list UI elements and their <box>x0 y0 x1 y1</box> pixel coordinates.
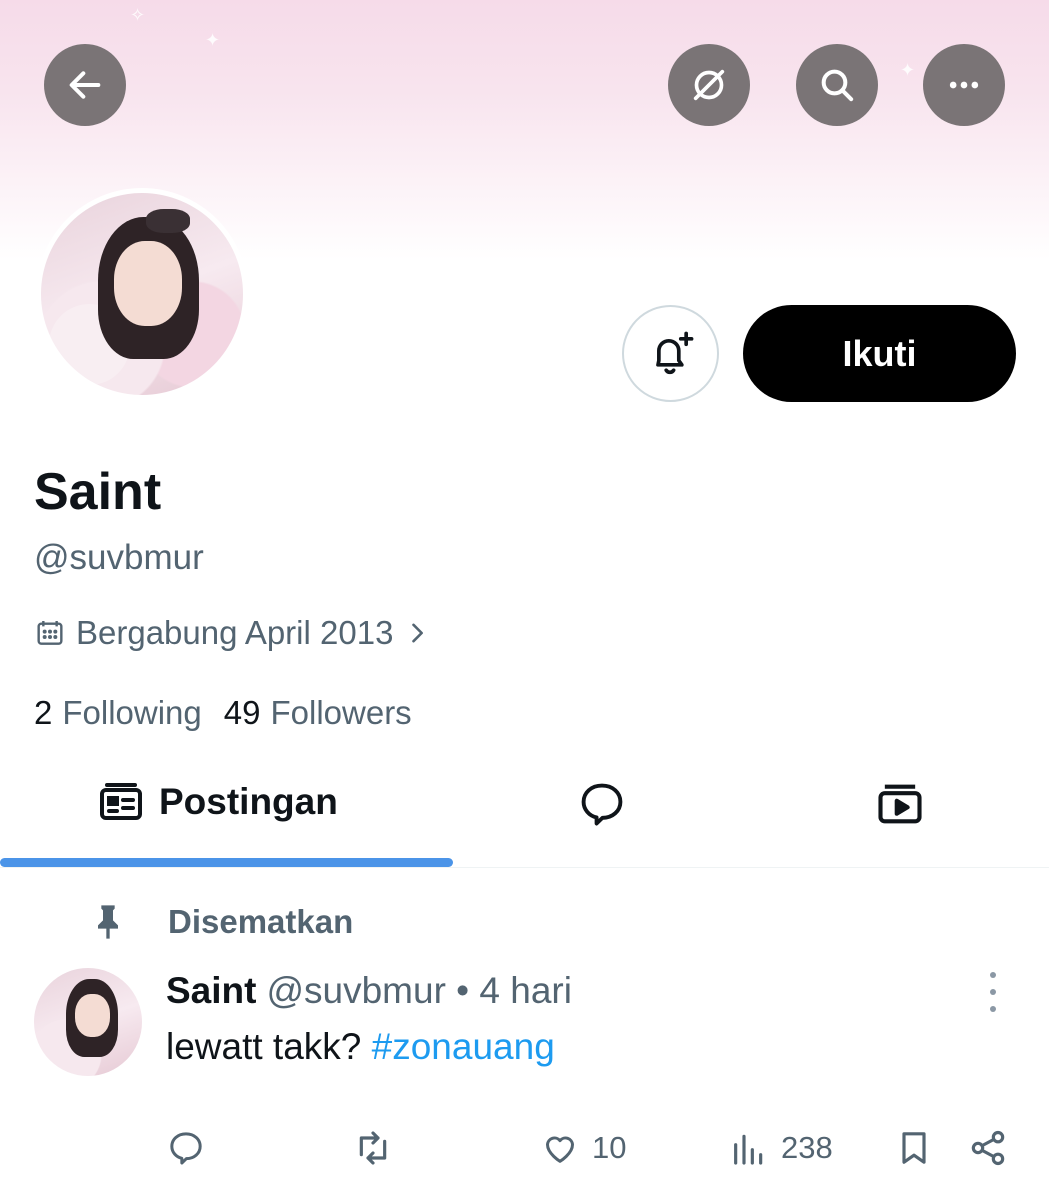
post-header: Saint @suvbmur • 4 hari <box>166 970 572 1012</box>
view-count: 238 <box>781 1130 833 1165</box>
followers-count: 49 <box>223 694 261 731</box>
views-chart-icon <box>734 1134 763 1165</box>
grok-icon <box>693 69 725 101</box>
tab-posts-label: Postingan <box>159 781 338 822</box>
bookmark-icon <box>902 1132 926 1164</box>
back-button[interactable] <box>44 44 126 126</box>
tab-media[interactable] <box>874 778 926 830</box>
heart-icon <box>546 1136 574 1163</box>
reply-button[interactable] <box>166 1128 206 1168</box>
post-body: lewatt takk? <box>166 1026 362 1067</box>
following-label: Following <box>62 694 202 731</box>
sparkle-decoration: ✦ <box>900 60 916 80</box>
repost-icon <box>359 1131 387 1165</box>
post-hashtag[interactable]: #zonauang <box>372 1026 555 1067</box>
more-options-button[interactable] <box>923 44 1005 126</box>
grok-button[interactable] <box>668 44 750 126</box>
following-count: 2 <box>34 694 53 731</box>
avatar-decoration <box>75 993 110 1038</box>
pin-icon <box>98 905 118 939</box>
post-avatar[interactable] <box>34 968 142 1076</box>
media-icon <box>878 784 922 824</box>
arrow-left-icon <box>69 71 101 99</box>
share-icon <box>971 1130 1005 1166</box>
profile-tabs: Postingan <box>0 760 1049 868</box>
avatar-decoration <box>113 241 183 327</box>
sparkle-decoration: ✦ <box>205 30 221 50</box>
post-action-bar: 10 238 <box>0 1128 1049 1178</box>
sparkle-decoration: ✧ <box>130 5 146 25</box>
join-date-text: Bergabung April 2013 <box>76 614 394 651</box>
search-button[interactable] <box>796 44 878 126</box>
post-more-button[interactable] <box>978 972 1008 1012</box>
share-button[interactable] <box>968 1128 1008 1168</box>
dot <box>990 989 996 995</box>
join-date-row[interactable]: Bergabung April 2013 <box>34 614 431 652</box>
notification-bell-button[interactable] <box>622 305 719 402</box>
dot <box>990 1006 996 1012</box>
profile-avatar[interactable] <box>36 188 248 400</box>
dot <box>990 972 996 978</box>
avatar-decoration <box>146 209 191 234</box>
chevron-right-icon <box>412 623 424 643</box>
pinned-indicator: Disematkan <box>88 902 353 942</box>
bookmark-button[interactable] <box>894 1128 934 1168</box>
pinned-label: Disematkan <box>168 903 354 940</box>
profile-handle: @suvbmur <box>34 538 204 577</box>
more-horizontal-icon <box>949 81 979 89</box>
post-author-meta: @suvbmur • 4 hari <box>266 970 572 1011</box>
like-count: 10 <box>592 1130 627 1165</box>
following-link[interactable]: 2 Following <box>34 694 202 732</box>
repost-button[interactable] <box>353 1128 393 1168</box>
calendar-icon <box>37 621 63 645</box>
followers-label: Followers <box>270 694 412 731</box>
post-text: lewatt takk? #zonauang <box>166 1026 555 1068</box>
follow-stats: 2 Following 49 Followers <box>34 694 422 732</box>
bell-plus-icon <box>655 331 693 374</box>
active-tab-indicator <box>0 858 453 867</box>
reply-bubble-icon <box>581 783 623 826</box>
avatar-image <box>41 193 243 395</box>
tab-posts[interactable]: Postingan <box>97 778 338 826</box>
follow-button[interactable]: Ikuti <box>743 305 1016 402</box>
reply-icon <box>170 1132 202 1165</box>
posts-icon <box>100 783 142 820</box>
like-button[interactable]: 10 <box>540 1128 626 1168</box>
tab-replies[interactable] <box>576 778 628 830</box>
post-author-name[interactable]: Saint <box>166 970 256 1012</box>
profile-name: Saint <box>34 463 162 521</box>
followers-link[interactable]: 49 Followers <box>224 694 412 732</box>
views-button[interactable]: 238 <box>729 1128 833 1168</box>
search-icon <box>821 69 854 102</box>
